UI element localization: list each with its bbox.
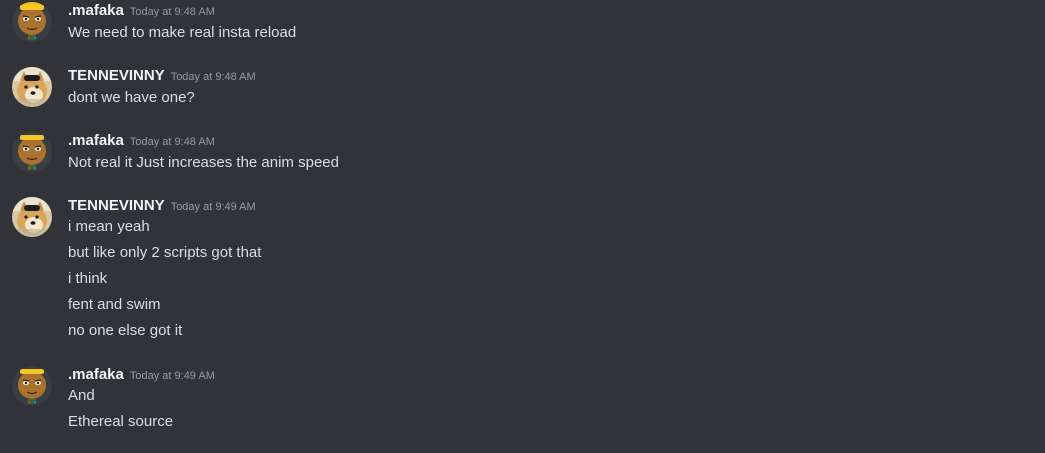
roblox-avatar-icon bbox=[12, 132, 52, 172]
message-header: TENNEVINNY Today at 9:48 AM bbox=[68, 67, 256, 89]
user-avatar[interactable] bbox=[12, 2, 52, 42]
doge-avatar-icon bbox=[12, 67, 52, 107]
user-avatar[interactable] bbox=[12, 132, 52, 172]
message-text: Ethereal source bbox=[68, 413, 174, 430]
timestamp[interactable]: Today at 9:48 AM bbox=[130, 6, 215, 18]
timestamp[interactable]: Today at 9:49 AM bbox=[130, 370, 215, 382]
username[interactable]: TENNEVINNY bbox=[68, 197, 165, 214]
message-text: no one else got it bbox=[68, 322, 183, 339]
timestamp[interactable]: Today at 9:48 AM bbox=[171, 71, 256, 83]
message-text: but like only 2 scripts got that bbox=[68, 244, 262, 261]
user-avatar[interactable] bbox=[12, 197, 52, 237]
user-avatar[interactable] bbox=[12, 67, 52, 107]
roblox-avatar-icon bbox=[12, 366, 52, 406]
roblox-avatar-icon bbox=[12, 2, 52, 42]
message-text: We need to make real insta reload bbox=[68, 24, 297, 41]
username[interactable]: TENNEVINNY bbox=[68, 67, 165, 84]
username[interactable]: .mafaka bbox=[68, 2, 124, 19]
user-avatar[interactable] bbox=[12, 366, 52, 406]
message-text: And bbox=[68, 387, 95, 404]
message-header: .mafaka Today at 9:48 AM bbox=[68, 132, 215, 154]
message-text: i think bbox=[68, 270, 108, 287]
message-text: Not real it Just increases the anim spee… bbox=[68, 154, 339, 171]
timestamp[interactable]: Today at 9:49 AM bbox=[171, 201, 256, 213]
message-text: fent and swim bbox=[68, 296, 161, 313]
doge-avatar-icon bbox=[12, 197, 52, 237]
timestamp[interactable]: Today at 9:48 AM bbox=[130, 136, 215, 148]
username[interactable]: .mafaka bbox=[68, 366, 124, 383]
username[interactable]: .mafaka bbox=[68, 132, 124, 149]
message-text: i mean yeah bbox=[68, 218, 150, 235]
message-text: dont we have one? bbox=[68, 89, 195, 106]
chat-message-list: .mafaka Today at 9:48 AM We need to make … bbox=[0, 0, 1045, 453]
message-header: .mafaka Today at 9:48 AM bbox=[68, 2, 215, 24]
